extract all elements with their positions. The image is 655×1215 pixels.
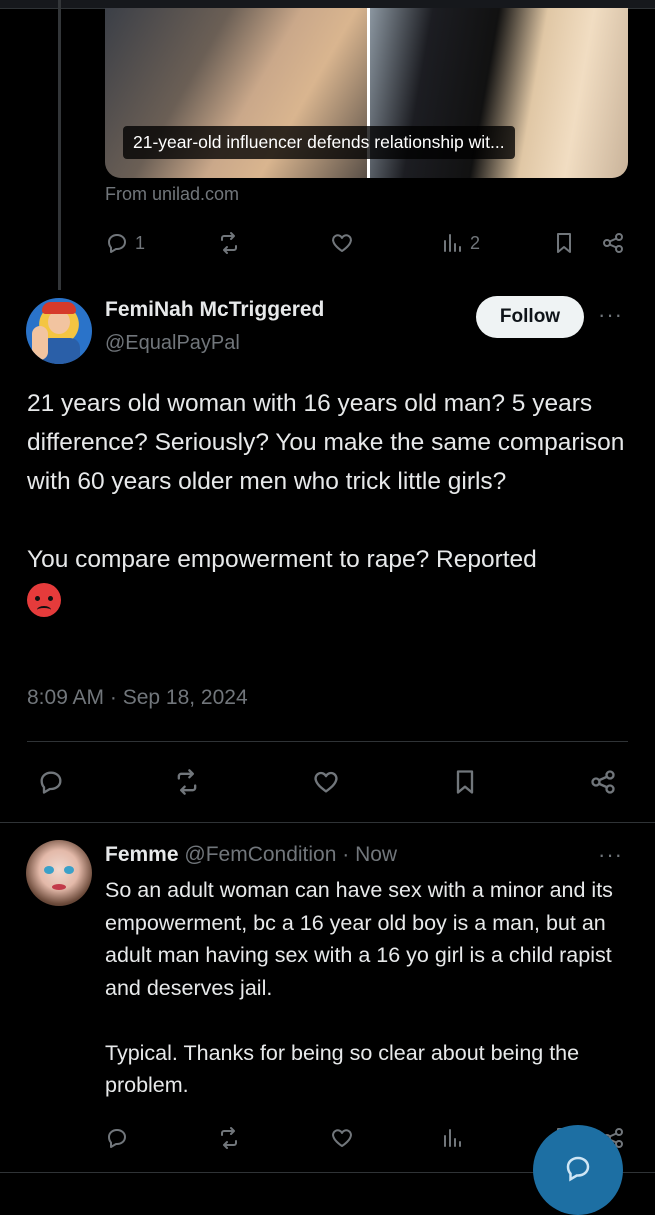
tweet-text: 21 years old woman with 16 years old man… [27,384,627,618]
tweet-text-content: 21 years old woman with 16 years old man… [27,390,625,573]
top-tweet-actions: 1 2 [105,228,628,258]
reply-more-options-icon[interactable]: ··· [598,842,623,868]
chat-bubble-icon [566,1156,590,1182]
reply-count: 1 [135,232,146,253]
main-tweet-actions [27,766,628,798]
share-icon[interactable] [589,768,617,796]
angry-face-emoji [27,582,61,617]
avatar-lips [52,884,66,890]
repost-icon[interactable] [173,768,201,796]
follow-button[interactable]: Follow [476,296,584,338]
views-icon[interactable] [440,1126,464,1150]
card-source[interactable]: From unilad.com [105,184,239,205]
like-action[interactable] [330,231,354,255]
heart-icon[interactable] [312,768,340,796]
views-count: 2 [470,232,481,253]
reply-icon[interactable] [105,1126,129,1150]
repost-icon[interactable] [217,1126,241,1150]
share-action[interactable] [601,231,625,255]
share-icon [603,233,623,253]
heart-icon [332,234,352,252]
card-caption: 21-year-old influencer defends relations… [123,126,515,159]
reply-author-line: Femme @FemCondition · Now [105,843,397,867]
avatar-arm [32,326,48,360]
more-options-icon[interactable]: ··· [598,302,623,328]
thread-connector-line [58,0,61,290]
reply-display-name[interactable]: Femme [105,843,179,866]
author-display-name[interactable]: FemiNah McTriggered [105,298,324,322]
views-icon [444,234,461,252]
reply-icon [108,234,126,253]
views-action[interactable]: 2 [440,231,480,255]
reply-action[interactable]: 1 [105,231,145,255]
repost-action[interactable] [217,231,241,255]
avatar[interactable] [26,298,92,364]
bookmark-icon [557,233,571,253]
divider [0,822,655,823]
heart-icon[interactable] [330,1126,354,1150]
reply-avatar[interactable] [26,840,92,906]
reply-icon[interactable] [37,768,65,796]
bookmark-icon[interactable] [451,768,479,796]
reply-text: So an adult woman can have sex with a mi… [105,878,613,1097]
tweet-timestamp[interactable]: 8:09 AM · Sep 18, 2024 [27,686,248,710]
avatar-bandana [42,302,76,314]
author-handle[interactable]: @EqualPayPal [105,332,240,355]
compose-fab[interactable] [533,1125,623,1215]
avatar-eye [44,866,54,874]
repost-icon [221,232,237,254]
avatar-eye [64,866,74,874]
bookmark-action[interactable] [552,231,576,255]
reply-handle-time[interactable]: @FemCondition · Now [184,843,397,866]
link-preview-card[interactable]: 21-year-old influencer defends relations… [105,8,628,178]
divider [27,741,628,742]
